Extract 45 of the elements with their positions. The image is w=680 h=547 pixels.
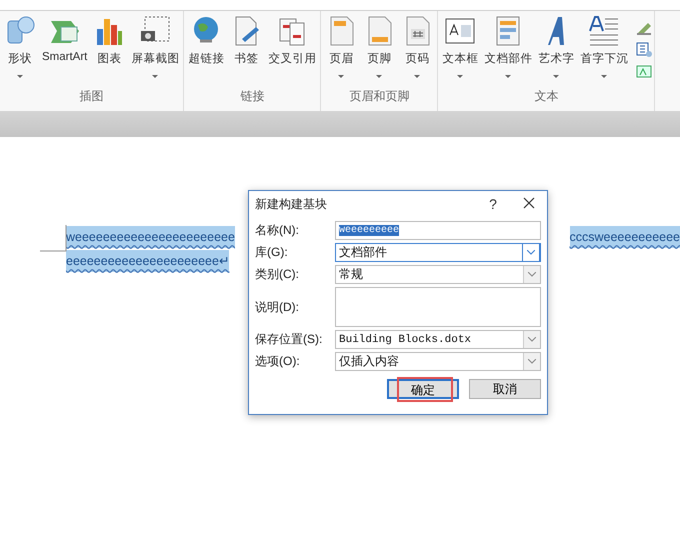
ribbon-button[interactable]: 书签 xyxy=(228,15,264,88)
dialog-title: 新建构建基块 xyxy=(255,196,328,212)
ribbon-button[interactable]: 超链接 xyxy=(186,15,226,88)
ribbon-button[interactable]: 形状 xyxy=(2,15,38,88)
ribbon-button[interactable]: 首字下沉 xyxy=(578,15,630,88)
ribbon-button[interactable]: 艺术字 xyxy=(536,15,576,88)
ribbon-button[interactable]: SmartArt xyxy=(40,15,90,88)
chevron-icon xyxy=(522,243,540,262)
chevron-icon xyxy=(523,331,540,348)
input-field[interactable]: weeeeeeeee xyxy=(335,221,541,240)
document-text: eeeeeeeeeeeeeeeeeeeeee↵ xyxy=(66,250,230,272)
ribbon-button[interactable]: 交叉引用 xyxy=(266,15,318,88)
ribbon-button[interactable]: 图表 xyxy=(91,15,128,88)
ribbon-button[interactable]: 文档部件 xyxy=(482,15,534,88)
field-label: 库(G): xyxy=(255,244,289,261)
dropdown-field[interactable]: 文档部件 xyxy=(335,243,541,262)
document-text: weeeeeeeeeeeeeeeeeeeeeee xyxy=(66,226,235,248)
text-area[interactable] xyxy=(335,287,541,327)
ribbon-button[interactable]: 文本框 xyxy=(440,15,480,88)
ribbon-button[interactable]: 页码 xyxy=(399,15,436,88)
dropdown-field[interactable]: 仅插入内容 xyxy=(335,352,541,371)
crop-mark-icon xyxy=(40,225,67,252)
dropdown-field[interactable]: 常规 xyxy=(335,265,541,284)
chevron-icon xyxy=(523,266,540,283)
chevron-icon xyxy=(523,353,540,370)
ribbon-button[interactable]: 屏幕截图 xyxy=(129,15,182,88)
dropdown-field[interactable]: Building Blocks.dotx xyxy=(335,330,541,349)
group-label: 文本 xyxy=(533,88,560,105)
group-label: 插图 xyxy=(78,88,105,105)
ribbon-button[interactable]: 页眉 xyxy=(323,15,360,88)
group-label: 链接 xyxy=(239,88,266,105)
close-icon xyxy=(523,197,535,209)
object-icon[interactable] xyxy=(636,63,652,79)
group-label: 页眉和页脚 xyxy=(348,88,410,105)
ribbon-button[interactable]: 页脚 xyxy=(361,15,398,88)
document-text: cccsweeeeeeeeeee xyxy=(570,226,680,248)
help-button[interactable]: ? xyxy=(475,196,511,212)
field-label: 选项(O): xyxy=(255,353,301,370)
dialog-button[interactable]: 确定 xyxy=(387,379,459,399)
drop-cap-icon xyxy=(588,15,620,47)
dialog-button[interactable]: 取消 xyxy=(469,379,541,399)
field-label: 类别(C): xyxy=(255,266,300,283)
field-label: 保存位置(S): xyxy=(255,331,324,348)
field-label: 名称(N): xyxy=(255,222,300,239)
field-label: 说明(D): xyxy=(255,298,300,316)
